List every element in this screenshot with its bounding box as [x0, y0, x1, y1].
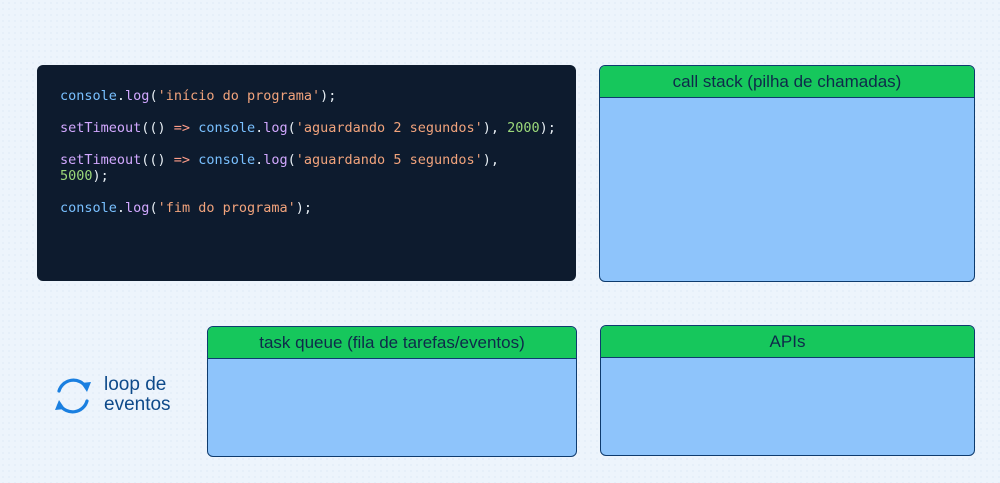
- code-token: );: [320, 88, 337, 104]
- call-stack-title: call stack (pilha de chamadas): [600, 66, 974, 98]
- code-token: 'aguardando 5 segundos': [295, 152, 483, 168]
- code-token: ((): [141, 120, 174, 136]
- code-token: (: [287, 152, 296, 168]
- code-token: console: [198, 120, 256, 136]
- refresh-icon: [55, 378, 91, 414]
- call-stack-box: call stack (pilha de chamadas): [599, 65, 975, 282]
- code-token: (: [149, 88, 158, 104]
- event-loop: loop de eventos: [50, 373, 210, 419]
- code-token: log: [125, 88, 150, 104]
- code-panel: console.log('início do programa'); setTi…: [37, 65, 576, 281]
- apis-title: APIs: [601, 326, 974, 358]
- code-line-4: 5000);: [60, 168, 554, 184]
- code-token: 'aguardando 2 segundos': [295, 120, 483, 136]
- code-token: log: [263, 120, 288, 136]
- code-token: ),: [482, 152, 499, 168]
- event-loop-label-line1: loop de: [104, 374, 167, 395]
- code-line-2: setTimeout(() => console.log('aguardando…: [60, 120, 556, 136]
- code-token: ),: [482, 120, 508, 136]
- code-token: console: [60, 200, 117, 216]
- code-token: (: [149, 200, 158, 216]
- code-token: setTimeout: [60, 120, 142, 136]
- code-token: );: [539, 120, 556, 136]
- apis-box: APIs: [600, 325, 975, 456]
- code-token: =>: [173, 120, 191, 136]
- code-token: .: [116, 88, 126, 104]
- event-loop-label: loop de eventos: [104, 375, 214, 415]
- code-token: setTimeout: [60, 152, 142, 168]
- code-token: log: [125, 200, 150, 216]
- code-line-1: console.log('início do programa');: [60, 88, 554, 104]
- code-token: log: [263, 152, 288, 168]
- code-token: ((): [141, 152, 174, 168]
- code-token: console: [198, 152, 256, 168]
- code-token: console: [60, 88, 117, 104]
- code-line-5: console.log('fim do programa');: [60, 200, 554, 216]
- code-token: );: [92, 168, 109, 184]
- code-token: 5000: [60, 168, 93, 184]
- code-token: 'início do programa': [157, 88, 321, 104]
- code-token: .: [116, 200, 126, 216]
- code-token: 2000: [507, 120, 540, 136]
- code-token: );: [295, 200, 313, 216]
- code-token: 'fim do programa': [157, 200, 296, 216]
- task-queue-box: task queue (fila de tarefas/eventos): [207, 326, 577, 457]
- code-token: =>: [173, 152, 191, 168]
- code-line-3: setTimeout(() => console.log('aguardando…: [60, 152, 554, 168]
- task-queue-title: task queue (fila de tarefas/eventos): [208, 327, 576, 359]
- code-token: (: [287, 120, 296, 136]
- event-loop-label-line2: eventos: [104, 394, 171, 415]
